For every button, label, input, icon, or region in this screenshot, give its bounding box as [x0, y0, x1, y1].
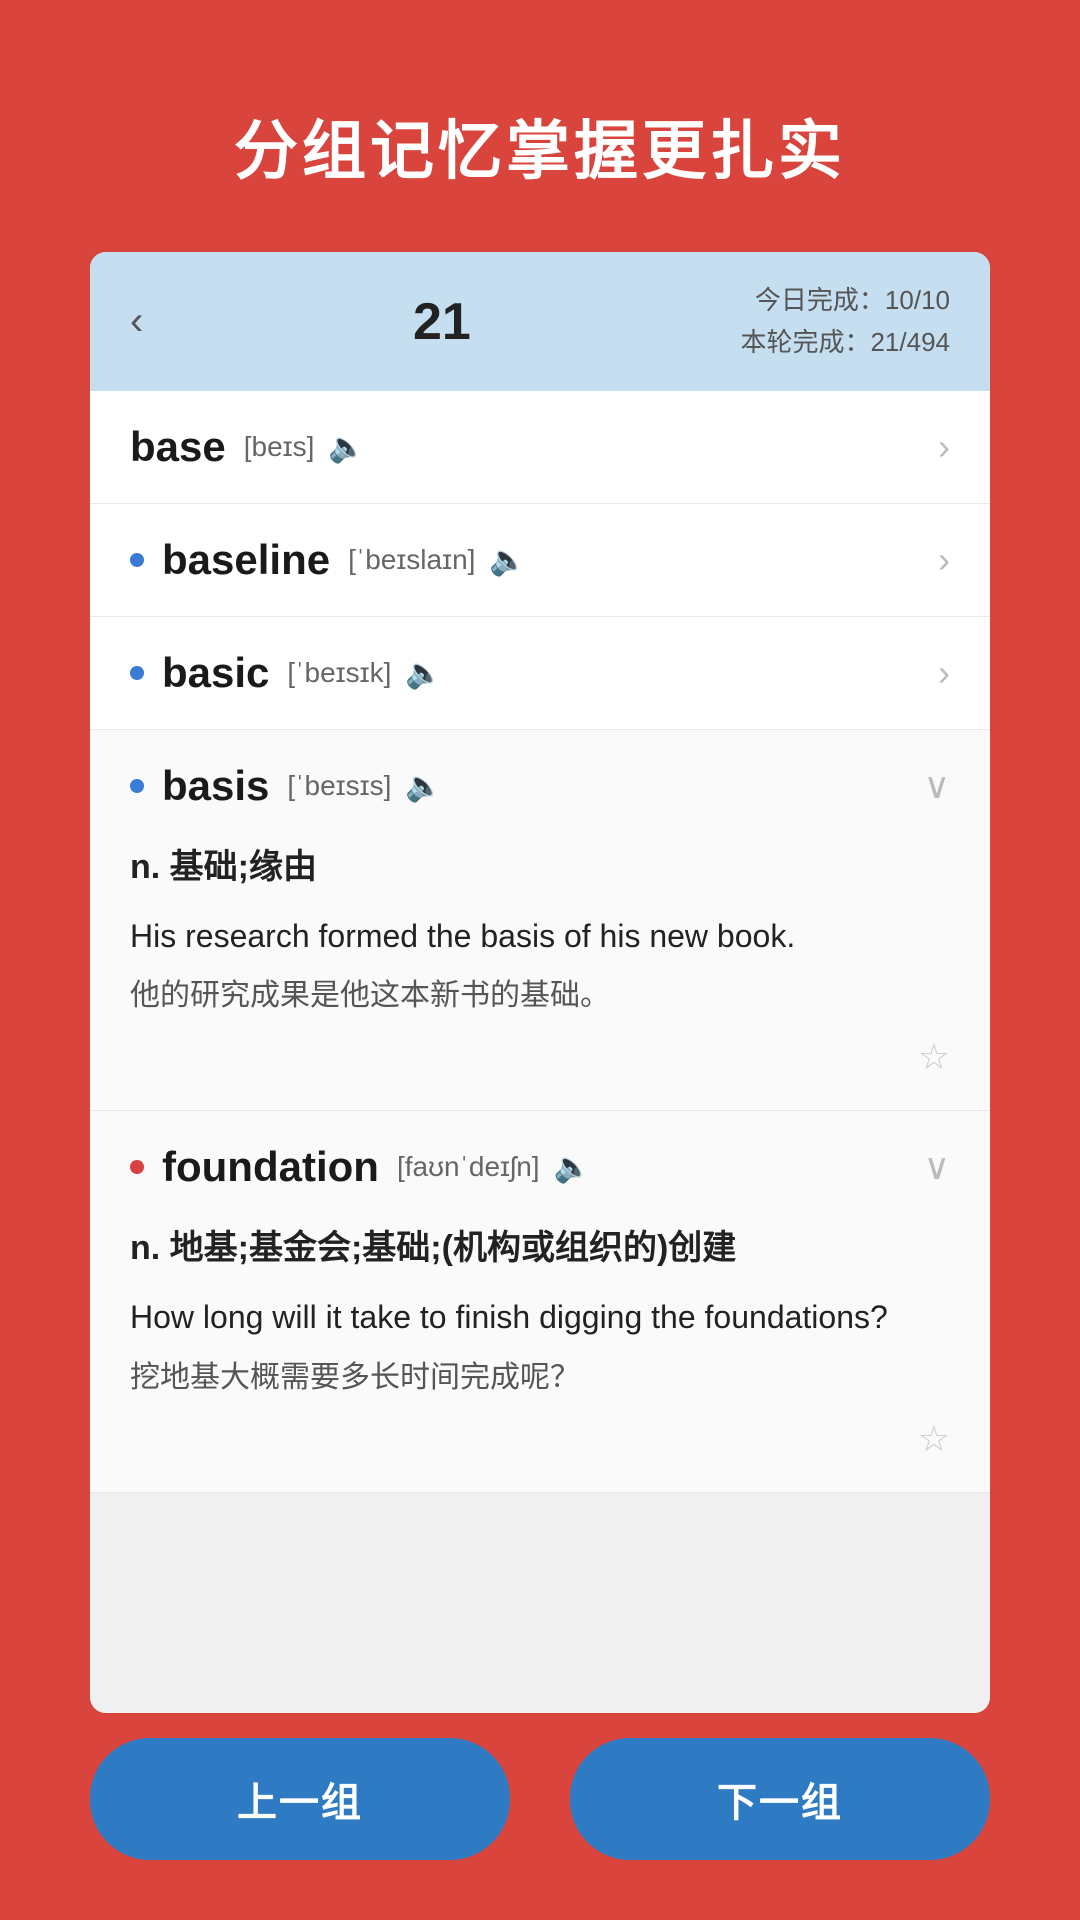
word-example-zh: 挖地基大概需要多长时间完成呢？	[130, 1354, 950, 1402]
word-example-en: His research formed the basis of his new…	[130, 911, 950, 962]
prev-group-button[interactable]: 上一组	[90, 1738, 510, 1860]
word-text: baseline	[162, 536, 330, 584]
chevron-down-icon[interactable]: ∨	[924, 1146, 950, 1188]
bottom-buttons: 上一组 下一组	[0, 1738, 1080, 1860]
chevron-right-icon[interactable]: ›	[938, 539, 950, 581]
speaker-icon[interactable]: 🔈	[328, 430, 365, 465]
word-dot-red	[130, 1160, 144, 1174]
progress-info: 今日完成：10/10 本轮完成：21/494	[740, 280, 950, 363]
card-number: 21	[413, 292, 471, 352]
word-phonetic: [ˈbeɪslaɪn]	[348, 544, 475, 576]
word-text: basic	[162, 649, 269, 697]
speaker-icon[interactable]: 🔈	[554, 1150, 591, 1185]
word-card: ‹ 21 今日完成：10/10 本轮完成：21/494 base [beɪs] …	[90, 252, 990, 1713]
word-text: foundation	[162, 1143, 379, 1191]
word-phonetic: [ˈbeɪsɪk]	[287, 657, 391, 689]
word-row-expanded: foundation [faʊnˈdeɪʃn] 🔈 ∨ n. 地基;基金会;基础…	[90, 1111, 990, 1492]
word-dot-blue	[130, 553, 144, 567]
chevron-right-icon[interactable]: ›	[938, 426, 950, 468]
star-icon[interactable]: ☆	[130, 1036, 950, 1078]
word-row-header-basic[interactable]: basic [ˈbeɪsɪk] 🔈 ›	[90, 617, 990, 729]
word-phonetic: [faʊnˈdeɪʃn]	[397, 1151, 540, 1183]
word-dot-blue	[130, 666, 144, 680]
word-row-expanded: basis [ˈbeɪsɪs] 🔈 ∨ n. 基础;缘由 His researc…	[90, 730, 990, 1111]
word-row-header-base[interactable]: base [beɪs] 🔈 ›	[90, 391, 990, 503]
star-icon[interactable]: ☆	[130, 1418, 950, 1460]
word-list: base [beɪs] 🔈 › baseline [ˈbeɪslaɪn] 🔈 ›…	[90, 391, 990, 1712]
word-row: base [beɪs] 🔈 ›	[90, 391, 990, 504]
word-row-header-basis[interactable]: basis [ˈbeɪsɪs] 🔈 ∨	[90, 730, 990, 842]
speaker-icon[interactable]: 🔈	[489, 543, 526, 578]
next-group-button[interactable]: 下一组	[570, 1738, 990, 1860]
word-phonetic: [beɪs]	[244, 431, 315, 463]
word-example-zh: 他的研究成果是他这本新书的基础。	[130, 972, 950, 1020]
back-button[interactable]: ‹	[130, 299, 143, 344]
progress-today: 今日完成：10/10	[740, 280, 950, 322]
empty-area	[90, 1493, 990, 1713]
word-text: basis	[162, 762, 269, 810]
word-dot-blue	[130, 779, 144, 793]
speaker-icon[interactable]: 🔈	[405, 656, 442, 691]
page-title: 分组记忆掌握更扎实	[0, 0, 1080, 252]
word-row-header-baseline[interactable]: baseline [ˈbeɪslaɪn] 🔈 ›	[90, 504, 990, 616]
word-definition: n. 地基;基金会;基础;(机构或组织的)创建	[130, 1223, 950, 1274]
chevron-right-icon[interactable]: ›	[938, 652, 950, 694]
card-header: ‹ 21 今日完成：10/10 本轮完成：21/494	[90, 252, 990, 391]
word-definition: n. 基础;缘由	[130, 842, 950, 893]
word-phonetic: [ˈbeɪsɪs]	[287, 770, 391, 802]
word-detail-basis: n. 基础;缘由 His research formed the basis o…	[90, 842, 990, 1110]
word-example-en: How long will it take to finish digging …	[130, 1292, 950, 1343]
word-row: baseline [ˈbeɪslaɪn] 🔈 ›	[90, 504, 990, 617]
speaker-icon[interactable]: 🔈	[405, 769, 442, 804]
progress-round: 本轮完成：21/494	[740, 322, 950, 364]
chevron-down-icon[interactable]: ∨	[924, 765, 950, 807]
word-row: basic [ˈbeɪsɪk] 🔈 ›	[90, 617, 990, 730]
word-text: base	[130, 423, 226, 471]
word-detail-foundation: n. 地基;基金会;基础;(机构或组织的)创建 How long will it…	[90, 1223, 990, 1491]
word-row-header-foundation[interactable]: foundation [faʊnˈdeɪʃn] 🔈 ∨	[90, 1111, 990, 1223]
